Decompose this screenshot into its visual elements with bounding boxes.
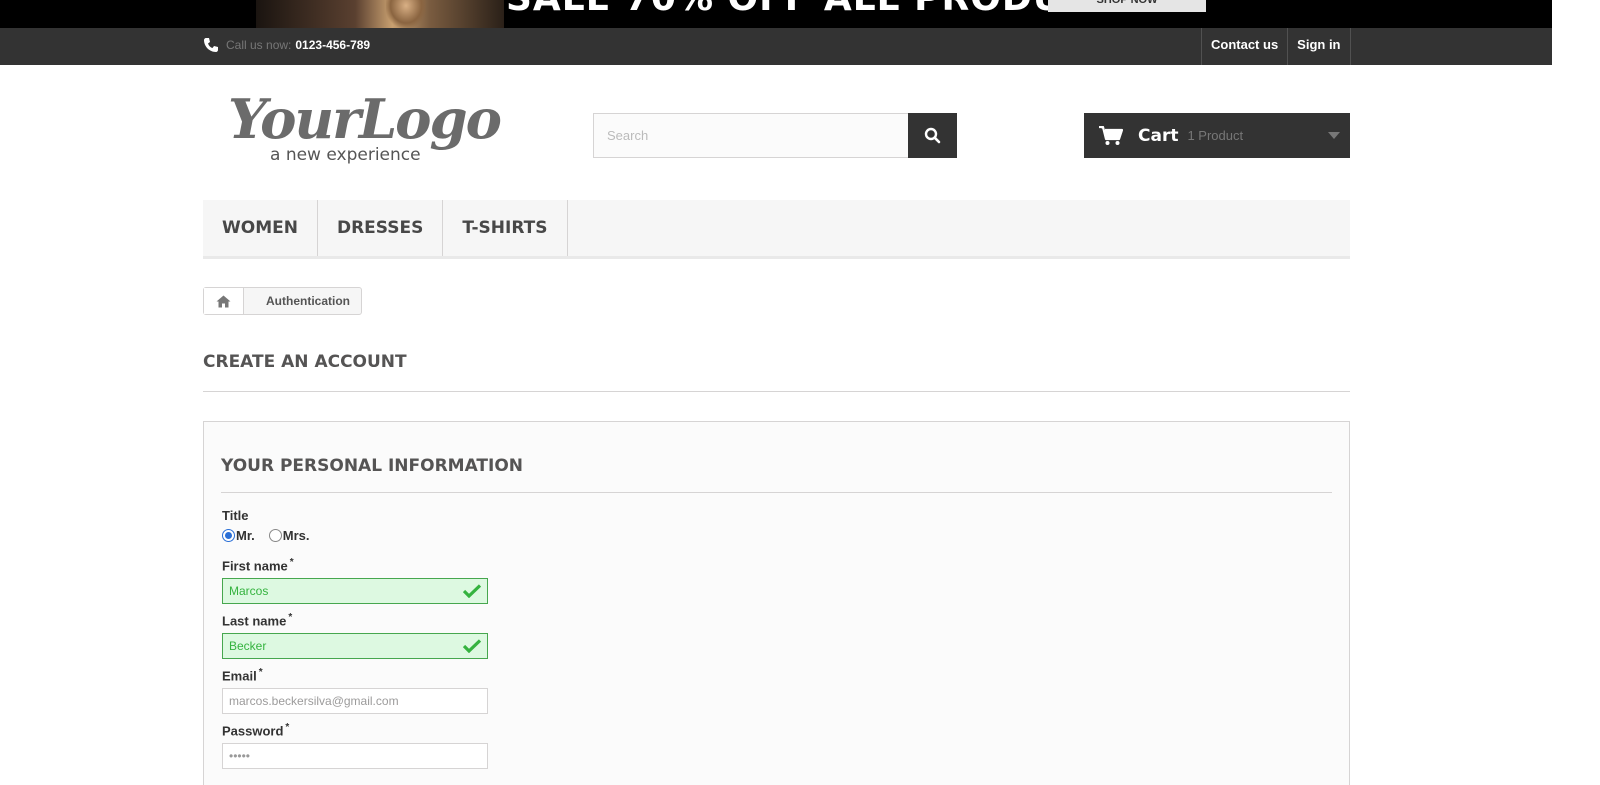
top-links: Contact us Sign in <box>1201 28 1351 65</box>
promo-banner[interactable]: SALE 70% OFF ALL PRODUCTS SHOP NOW <box>0 0 1552 28</box>
title-mr-radio[interactable] <box>222 529 235 542</box>
title-mrs-label: Mrs. <box>282 528 310 543</box>
main-menu: WOMEN DRESSES T-SHIRTS <box>203 200 1350 259</box>
password-label: Password * <box>222 722 290 739</box>
first-name-value: Marcos <box>229 584 269 598</box>
breadcrumb-current: Authentication <box>266 294 350 308</box>
phone-contact: Call us now: 0123-456-789 <box>203 37 370 53</box>
home-icon <box>216 295 231 307</box>
svg-text:YourLogo: YourLogo <box>228 87 501 151</box>
page-title: CREATE AN ACCOUNT <box>203 352 1350 392</box>
email-label: Email * <box>222 667 263 684</box>
phone-number: 0123-456-789 <box>295 38 371 52</box>
check-icon <box>463 584 481 598</box>
chevron-down-icon[interactable] <box>1328 132 1340 139</box>
menu-item-t-shirts[interactable]: T-SHIRTS <box>443 200 568 256</box>
site-logo[interactable]: YourLogo a new experience <box>228 86 508 170</box>
sign-in-link[interactable]: Sign in <box>1288 28 1351 65</box>
title-radio-group: Mr. Mrs. <box>222 528 310 543</box>
password-value: ••••• <box>229 749 251 763</box>
email-field[interactable]: marcos.beckersilva@gmail.com <box>222 688 488 714</box>
breadcrumb-home[interactable] <box>204 288 244 314</box>
cart-block[interactable]: Cart 1 Product <box>1084 113 1350 158</box>
phone-icon <box>204 38 218 52</box>
search-input[interactable] <box>593 113 908 158</box>
search-icon <box>924 127 941 144</box>
phone-prefix: Call us now: <box>226 38 292 52</box>
banner-photo <box>256 0 504 28</box>
email-value: marcos.beckersilva@gmail.com <box>229 694 399 708</box>
shop-now-button[interactable]: SHOP NOW <box>1048 0 1206 12</box>
breadcrumb: Authentication <box>203 287 362 315</box>
first-name-field[interactable]: Marcos <box>222 578 488 604</box>
required-marker: * <box>258 667 263 678</box>
last-name-field[interactable]: Becker <box>222 633 488 659</box>
last-name-value: Becker <box>229 639 267 653</box>
section-title: YOUR PERSONAL INFORMATION <box>221 456 1332 493</box>
search-button[interactable] <box>908 113 957 158</box>
first-name-label: First name * <box>222 557 294 574</box>
cart-icon <box>1099 125 1123 145</box>
title-mr-label: Mr. <box>236 528 255 543</box>
title-mrs-radio[interactable] <box>268 529 282 542</box>
cart-label: Cart <box>1138 125 1179 146</box>
required-marker: * <box>285 722 290 733</box>
top-nav-bar: Call us now: 0123-456-789 Contact us Sig… <box>0 28 1552 65</box>
search-bar <box>593 113 957 158</box>
cart-quantity: 1 Product <box>1187 128 1244 143</box>
svg-text:a new experience: a new experience <box>270 145 421 165</box>
last-name-label: Last name * <box>222 612 293 629</box>
contact-us-link[interactable]: Contact us <box>1202 28 1289 65</box>
password-field[interactable]: ••••• <box>222 743 488 769</box>
menu-item-dresses[interactable]: DRESSES <box>318 200 444 256</box>
menu-item-women[interactable]: WOMEN <box>203 200 318 256</box>
required-marker: * <box>289 557 294 568</box>
check-icon <box>463 639 481 653</box>
account-form-box: YOUR PERSONAL INFORMATION Title Mr. Mrs.… <box>203 421 1350 785</box>
title-label: Title <box>222 508 249 523</box>
required-marker: * <box>288 612 293 623</box>
